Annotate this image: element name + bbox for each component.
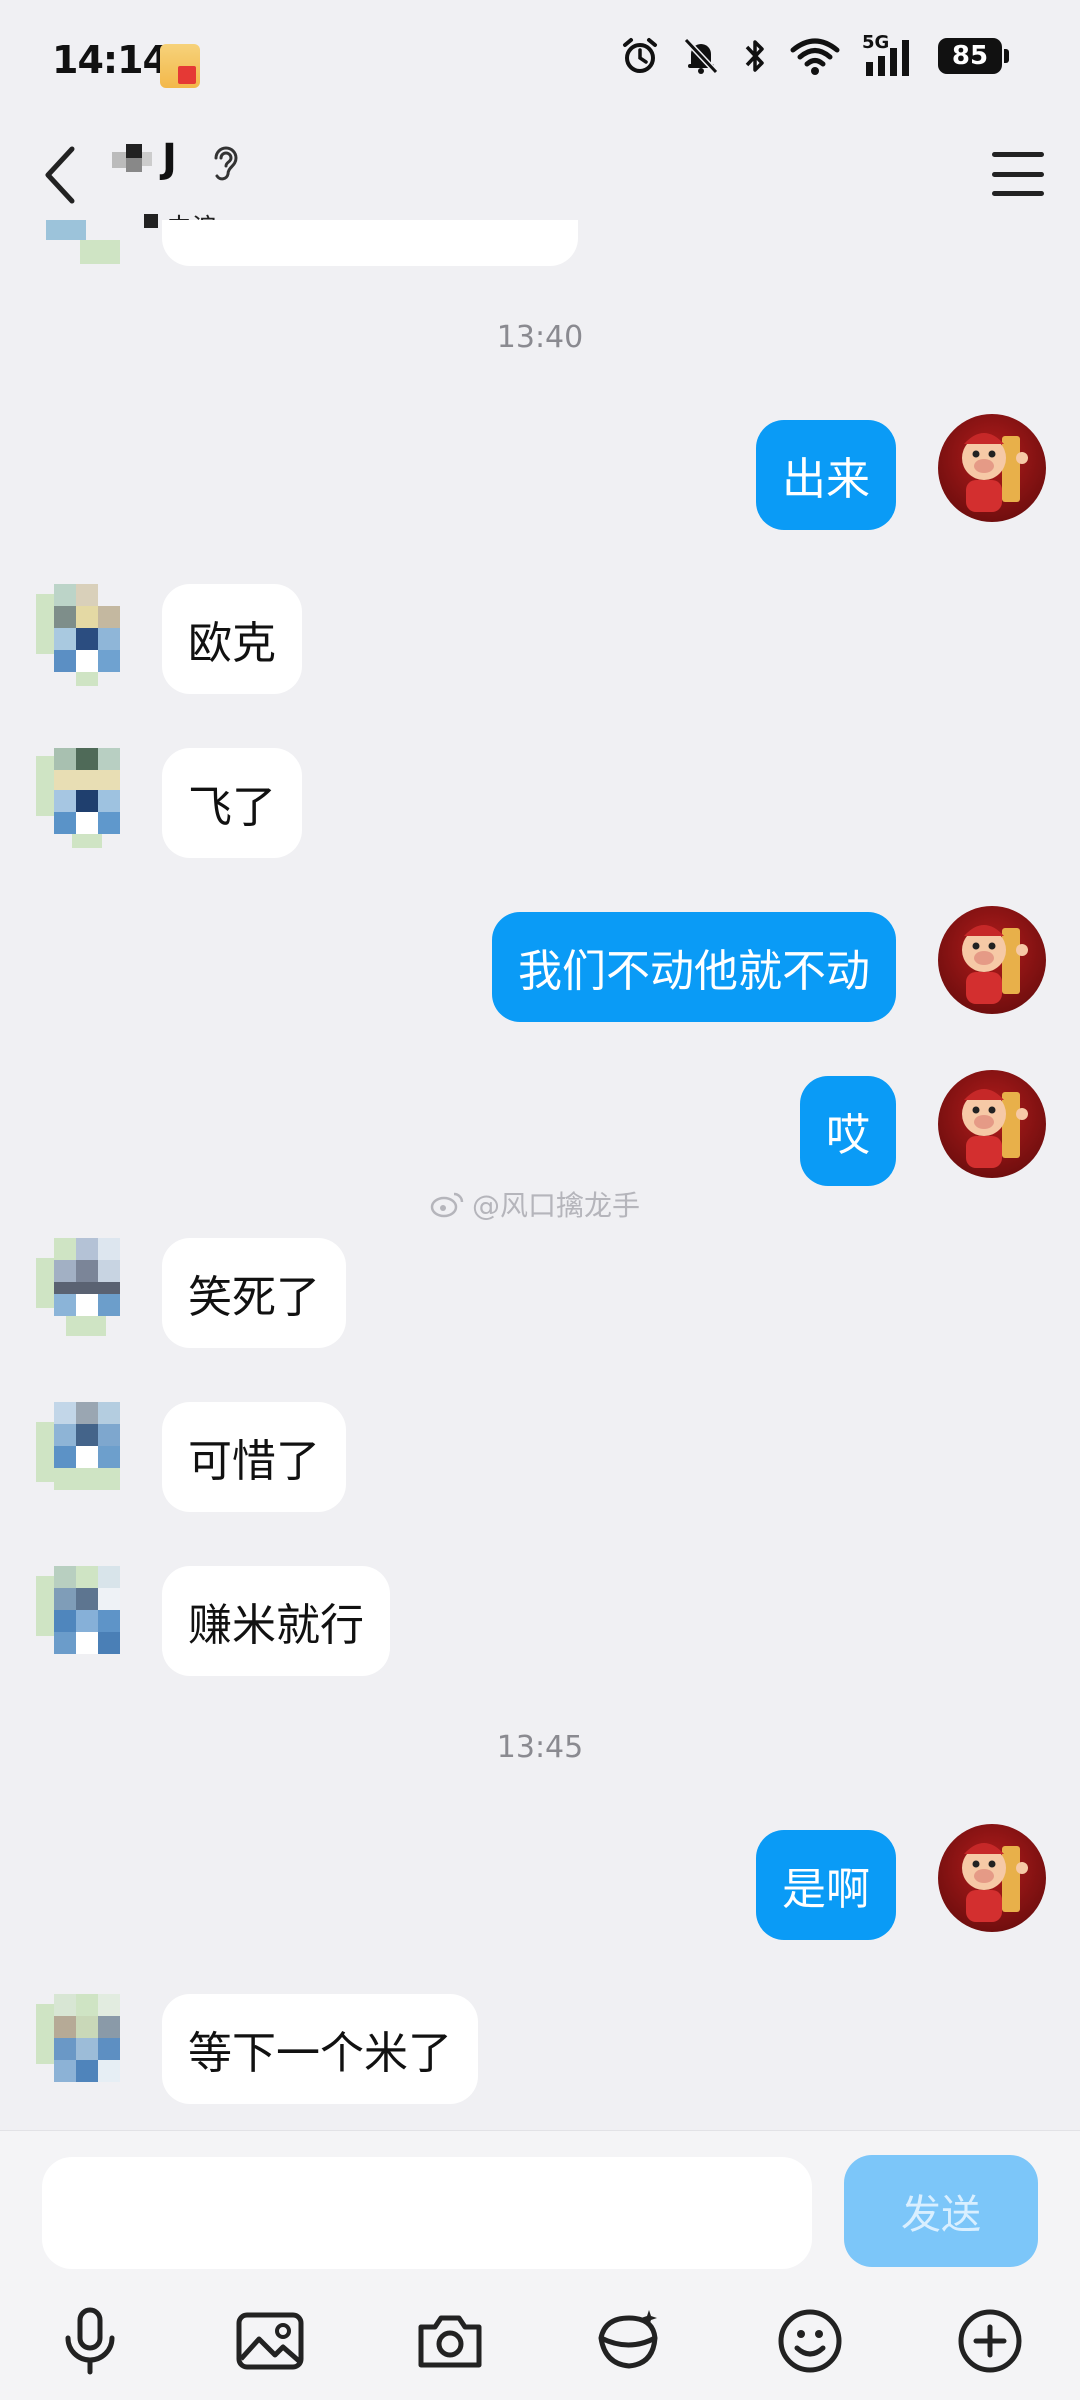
message-bubble-incoming[interactable]: 欧克 bbox=[162, 584, 302, 694]
my-avatar[interactable] bbox=[938, 414, 1046, 522]
microphone-icon bbox=[65, 2307, 115, 2375]
contact-avatar[interactable] bbox=[36, 748, 144, 856]
red-packet-button[interactable] bbox=[590, 2301, 670, 2381]
menu-icon bbox=[992, 152, 1044, 157]
status-bar: 14:14 5G 85 bbox=[0, 0, 1080, 120]
watermark-text: @风口擒龙手 bbox=[472, 1189, 641, 1222]
contact-avatar[interactable] bbox=[36, 1402, 144, 1510]
emoji-button[interactable] bbox=[770, 2301, 850, 2381]
menu-button[interactable] bbox=[990, 146, 1046, 202]
wifi-icon bbox=[790, 38, 840, 75]
contact-avatar[interactable] bbox=[36, 584, 144, 692]
plus-icon bbox=[958, 2309, 1022, 2373]
mute-icon bbox=[683, 37, 719, 75]
camera-button[interactable] bbox=[410, 2301, 490, 2381]
ear-icon bbox=[214, 146, 238, 181]
notification-app-icon bbox=[160, 44, 200, 88]
contact-name-redacted bbox=[104, 140, 194, 228]
lucky-pig-avatar-icon bbox=[962, 1089, 1028, 1168]
previous-avatar[interactable] bbox=[40, 220, 124, 270]
contact-avatar[interactable] bbox=[36, 1238, 144, 1346]
message-bubble-incoming[interactable]: 飞了 bbox=[162, 748, 302, 858]
message-bubble-outgoing[interactable]: 我们不动他就不动 bbox=[492, 912, 896, 1022]
contact-name: J bbox=[162, 136, 177, 182]
input-bar: 发送 bbox=[0, 2130, 1080, 2400]
timestamp: 13:45 bbox=[496, 1730, 584, 1765]
network-type: 5G bbox=[862, 32, 890, 53]
chat-area[interactable]: 13:40 出来 欧克 飞了 我们不动他就不动 哎 @风口擒龙手 笑死了 可惜了… bbox=[0, 220, 1080, 2130]
voice-button[interactable] bbox=[50, 2301, 130, 2381]
back-button[interactable] bbox=[30, 140, 90, 210]
message-bubble-outgoing[interactable]: 是啊 bbox=[756, 1830, 896, 1940]
message-bubble-incoming[interactable]: 可惜了 bbox=[162, 1402, 346, 1512]
message-bubble-incoming[interactable]: 赚米就行 bbox=[162, 1566, 390, 1676]
image-icon bbox=[236, 2312, 304, 2370]
message-bubble-incoming[interactable]: 笑死了 bbox=[162, 1238, 346, 1348]
signal-icon: 5G bbox=[862, 32, 916, 76]
lucky-pig-avatar-icon bbox=[962, 1843, 1028, 1922]
camera-icon bbox=[418, 2315, 482, 2368]
gallery-button[interactable] bbox=[230, 2301, 310, 2381]
status-time: 14:14 bbox=[52, 38, 169, 82]
status-icons: 5G 85 bbox=[620, 32, 1009, 76]
my-avatar[interactable] bbox=[938, 906, 1046, 1014]
weibo-icon bbox=[430, 1192, 464, 1218]
watermark: @风口擒龙手 bbox=[430, 1184, 640, 1224]
toolbar bbox=[0, 2301, 1080, 2391]
timestamp: 13:40 bbox=[496, 320, 584, 355]
more-button[interactable] bbox=[950, 2301, 1030, 2381]
my-avatar[interactable] bbox=[938, 1824, 1046, 1932]
alarm-icon bbox=[623, 38, 657, 73]
battery-level: 85 bbox=[951, 41, 989, 71]
contact-avatar[interactable] bbox=[36, 1566, 144, 1674]
battery-icon: 85 bbox=[938, 38, 1009, 74]
message-bubble-outgoing[interactable]: 出来 bbox=[756, 420, 896, 530]
bluetooth-icon bbox=[745, 40, 764, 72]
back-icon bbox=[45, 146, 75, 204]
send-button[interactable]: 发送 bbox=[844, 2155, 1038, 2267]
lucky-pig-avatar-icon bbox=[962, 433, 1028, 512]
message-bubble-incoming[interactable]: 等下一个米了 bbox=[162, 1994, 478, 2104]
emoji-icon bbox=[778, 2309, 842, 2373]
message-bubble-outgoing[interactable]: 哎 bbox=[800, 1076, 896, 1186]
contact-avatar[interactable] bbox=[36, 1994, 144, 2102]
message-input[interactable] bbox=[42, 2157, 812, 2269]
lucky-pig-avatar-icon bbox=[962, 925, 1028, 1004]
red-packet-icon bbox=[598, 2310, 658, 2369]
my-avatar[interactable] bbox=[938, 1070, 1046, 1178]
previous-message-bubble[interactable] bbox=[162, 220, 578, 266]
